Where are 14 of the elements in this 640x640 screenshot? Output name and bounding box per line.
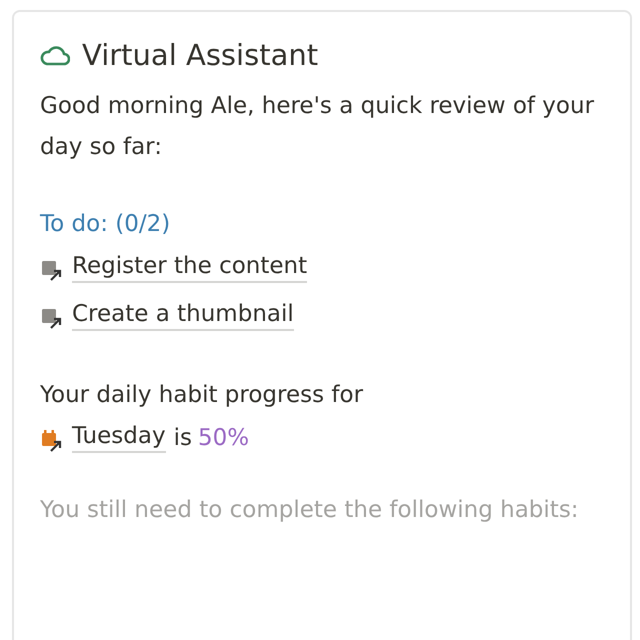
todo-heading: To do: (0/2): [40, 210, 172, 239]
greeting-text: Good morning Ale, here's a quick review of your day so far:: [40, 92, 596, 162]
todo-link[interactable]: Create a thumbnail: [72, 301, 294, 331]
page-link-icon: [40, 259, 64, 283]
cloud-icon: [40, 44, 70, 66]
progress-percent: 50%: [198, 425, 250, 451]
calendar-link-icon: [40, 429, 64, 453]
connector-text: is: [174, 425, 192, 451]
habit-intro-text: Your daily habit progress for: [40, 381, 364, 410]
card-title: Virtual Assistant: [82, 38, 318, 72]
todo-link[interactable]: Register the content: [72, 253, 308, 283]
page-link-icon: [40, 307, 64, 331]
day-link[interactable]: Tuesday: [72, 423, 166, 453]
remaining-habits-note: You still need to complete the following habits:: [40, 496, 580, 525]
